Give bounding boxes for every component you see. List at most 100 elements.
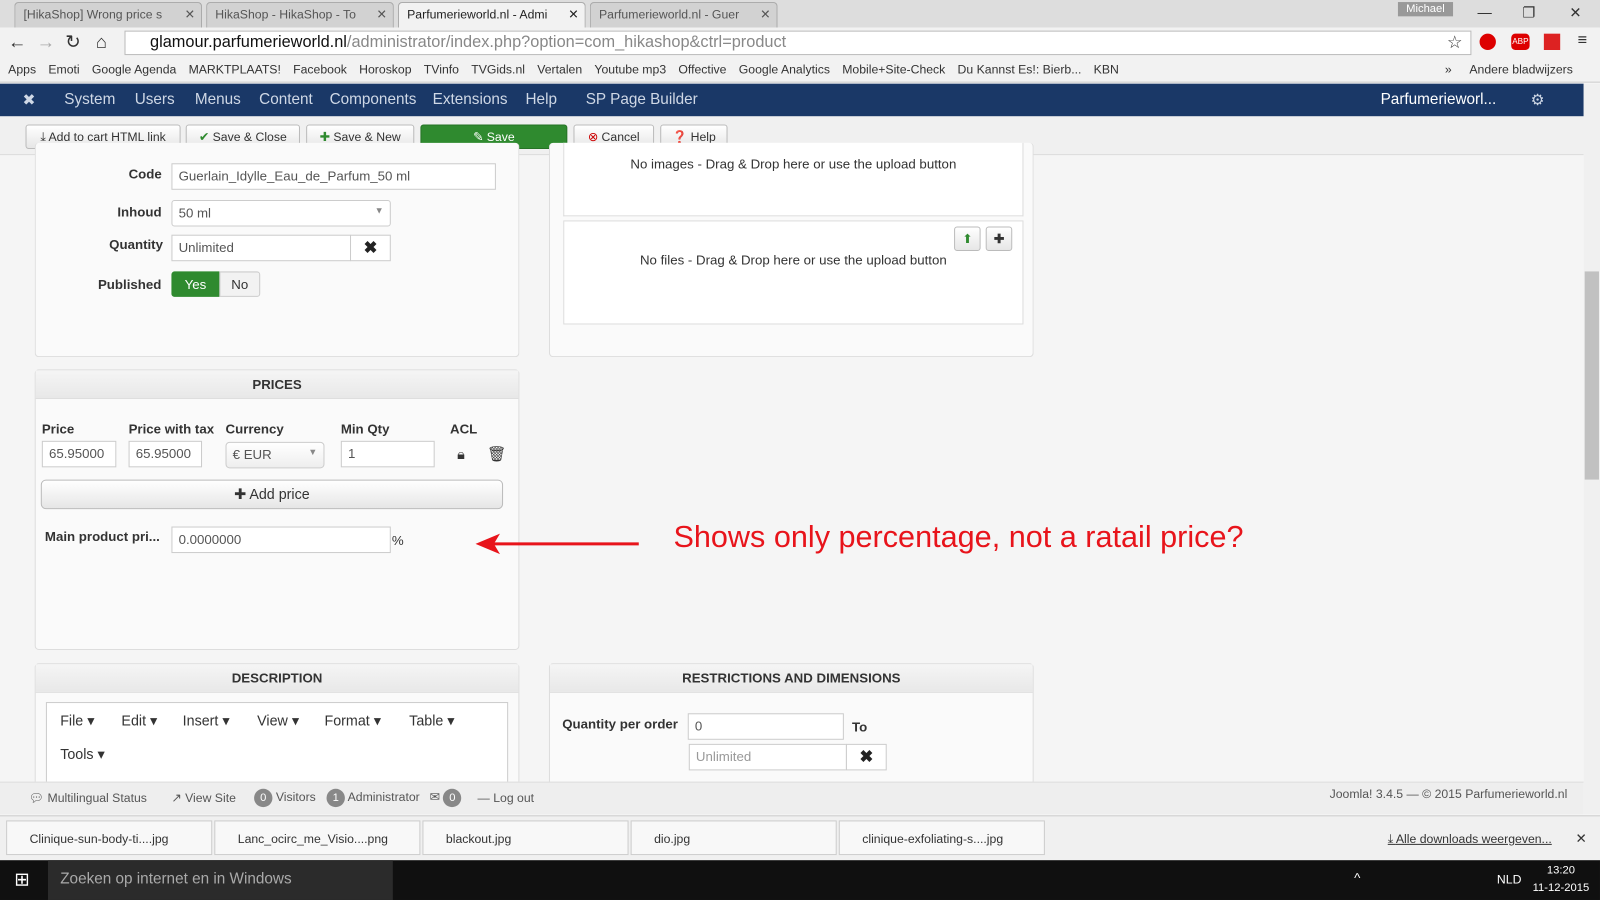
- close-downloads-icon[interactable]: ✕: [1575, 831, 1586, 847]
- minimize-icon[interactable]: —: [1478, 4, 1492, 20]
- language-indicator[interactable]: NLD: [1497, 872, 1522, 886]
- bookmark[interactable]: Du Kannst Es!: Bierb...: [958, 62, 1082, 76]
- editor-menu-edit[interactable]: Edit ▾: [121, 712, 157, 729]
- bookmark[interactable]: KBN: [1094, 62, 1119, 76]
- published-yes[interactable]: Yes: [171, 271, 220, 297]
- bookmark[interactable]: Emoti: [48, 62, 79, 76]
- editor-menu-file[interactable]: File ▾: [60, 712, 94, 729]
- downloads-bar: Clinique-sun-body-ti....jpg Lanc_ocirc_m…: [0, 815, 1600, 861]
- upload-icon[interactable]: ⬆: [954, 226, 981, 252]
- price-with-tax-input[interactable]: 65.95000: [128, 440, 203, 468]
- gear-icon[interactable]: ⚙: [1531, 91, 1545, 109]
- clear-quantity-button[interactable]: ✖: [349, 234, 391, 262]
- menu-help[interactable]: Help: [526, 91, 557, 108]
- url-input[interactable]: glamour.parfumerieworld.nl/administrator…: [124, 30, 1472, 56]
- close-icon[interactable]: ✕: [568, 7, 578, 21]
- page-scrollbar[interactable]: [1583, 83, 1600, 815]
- clock-date[interactable]: 11-12-2015: [1533, 882, 1590, 894]
- published-no[interactable]: No: [219, 271, 261, 297]
- scrollbar-thumb[interactable]: [1584, 271, 1599, 480]
- joomla-logo-icon[interactable]: ✖: [22, 91, 35, 109]
- close-icon[interactable]: ✕: [760, 7, 770, 21]
- restore-icon[interactable]: ❐: [1522, 4, 1535, 21]
- menu-content[interactable]: Content: [259, 91, 313, 108]
- windows-start-icon[interactable]: ⊞: [14, 869, 29, 890]
- bookmark[interactable]: TVGids.nl: [471, 62, 525, 76]
- inhoud-select[interactable]: 50 ml ▼: [171, 199, 391, 227]
- menu-users[interactable]: Users: [135, 91, 175, 108]
- tray-chevron-icon[interactable]: ^: [1354, 870, 1360, 885]
- visitors-link[interactable]: 0 Visitors: [254, 788, 316, 808]
- close-window-icon[interactable]: ✕: [1569, 4, 1581, 21]
- editor-menu-tools[interactable]: Tools ▾: [60, 746, 104, 763]
- administrator-link[interactable]: 1 Administrator: [326, 788, 420, 808]
- close-icon[interactable]: ✕: [376, 7, 386, 21]
- clear-max-button[interactable]: ✖: [845, 743, 887, 771]
- editor-menu-format[interactable]: Format ▾: [324, 712, 380, 729]
- abp-icon[interactable]: ABP: [1511, 33, 1530, 50]
- view-site-link[interactable]: ↗ View Site: [171, 791, 235, 805]
- forward-icon[interactable]: →: [37, 32, 55, 53]
- main-product-price-input[interactable]: 0.0000000: [171, 526, 391, 554]
- add-file-icon[interactable]: ✚: [985, 226, 1013, 252]
- menu-extensions[interactable]: Extensions: [433, 91, 508, 108]
- add-price-button[interactable]: ✚ Add price: [40, 479, 504, 510]
- menu-sp-page-builder[interactable]: SP Page Builder: [586, 91, 698, 108]
- adblock-icon[interactable]: [1479, 33, 1496, 50]
- multilingual-status-link[interactable]: 💬︎ Multilingual Status: [29, 791, 147, 805]
- bookmark[interactable]: MARKTPLAATS!: [189, 62, 281, 76]
- quantity-per-order-max-input[interactable]: Unlimited: [688, 743, 847, 771]
- lock-icon[interactable]: 🔒︎: [457, 446, 465, 463]
- currency-select[interactable]: € EUR ▼: [225, 441, 325, 469]
- reload-icon[interactable]: ↻: [65, 32, 80, 53]
- tab-title: [HikaShop] Wrong price s: [23, 7, 163, 22]
- bookmark[interactable]: Google Agenda: [92, 62, 176, 76]
- bookmark[interactable]: Offective: [678, 62, 726, 76]
- browser-tab[interactable]: HikaShop - HikaShop - To ✕: [206, 2, 394, 28]
- download-item[interactable]: Lanc_ocirc_me_Visio....png: [214, 820, 421, 856]
- star-icon[interactable]: ☆: [1447, 33, 1463, 53]
- avira-icon[interactable]: [1543, 33, 1561, 50]
- editor-menu-view[interactable]: View ▾: [257, 712, 299, 729]
- show-all-downloads-link[interactable]: ⤓ Alle downloads weergeven...: [1388, 832, 1552, 847]
- price-input[interactable]: 65.95000: [41, 440, 117, 468]
- editor-menu-insert[interactable]: Insert ▾: [183, 712, 230, 729]
- bookmark[interactable]: Facebook: [293, 62, 347, 76]
- images-dropzone[interactable]: No images - Drag & Drop here or use the …: [563, 142, 1024, 217]
- home-icon[interactable]: ⌂: [96, 32, 107, 53]
- taskbar-search-input[interactable]: Zoeken op internet en in Windows: [47, 860, 393, 900]
- quantity-per-order-min-input[interactable]: 0: [687, 713, 844, 740]
- menu-icon[interactable]: ≡: [1578, 32, 1588, 50]
- browser-tab-active[interactable]: Parfumerieworld.nl - Admi ✕: [397, 2, 586, 28]
- download-item[interactable]: dio.jpg: [630, 820, 837, 856]
- back-icon[interactable]: ←: [8, 32, 26, 53]
- trash-icon[interactable]: 🗑︎: [487, 445, 506, 463]
- menu-components[interactable]: Components: [330, 91, 417, 108]
- editor-menu-table[interactable]: Table ▾: [409, 712, 454, 729]
- bookmark[interactable]: Youtube mp3: [594, 62, 666, 76]
- min-qty-input[interactable]: 1: [340, 440, 435, 468]
- messages-link[interactable]: ✉ 0: [430, 788, 462, 808]
- download-item[interactable]: clinique-exfoliating-s....jpg: [838, 820, 1045, 856]
- quantity-input[interactable]: Unlimited: [171, 234, 352, 262]
- site-link[interactable]: Parfumerieworl...: [1381, 91, 1497, 108]
- bookmark[interactable]: Mobile+Site-Check: [842, 62, 945, 76]
- bookmark[interactable]: Google Analytics: [739, 62, 830, 76]
- bookmark[interactable]: Horoskop: [359, 62, 411, 76]
- logout-link[interactable]: — Log out: [478, 791, 535, 805]
- other-bookmarks[interactable]: Andere bladwijzers: [1469, 62, 1572, 76]
- browser-tab[interactable]: [HikaShop] Wrong price s ✕: [14, 2, 203, 28]
- bookmark[interactable]: Vertalen: [537, 62, 582, 76]
- download-item[interactable]: blackout.jpg: [422, 820, 629, 856]
- more-bookmarks[interactable]: »: [1445, 62, 1452, 76]
- menu-system[interactable]: System: [64, 91, 115, 108]
- code-input[interactable]: Guerlain_Idylle_Eau_de_Parfum_50 ml: [171, 163, 496, 190]
- profile-name[interactable]: Michael: [1397, 2, 1453, 17]
- close-icon[interactable]: ✕: [185, 7, 195, 21]
- bookmark[interactable]: Apps: [8, 62, 36, 76]
- download-item[interactable]: Clinique-sun-body-ti....jpg: [6, 820, 213, 856]
- clock-time[interactable]: 13:20: [1547, 864, 1575, 876]
- menu-menus[interactable]: Menus: [195, 91, 241, 108]
- browser-tab[interactable]: Parfumerieworld.nl - Guer ✕: [589, 2, 778, 28]
- bookmark[interactable]: TVinfo: [424, 62, 459, 76]
